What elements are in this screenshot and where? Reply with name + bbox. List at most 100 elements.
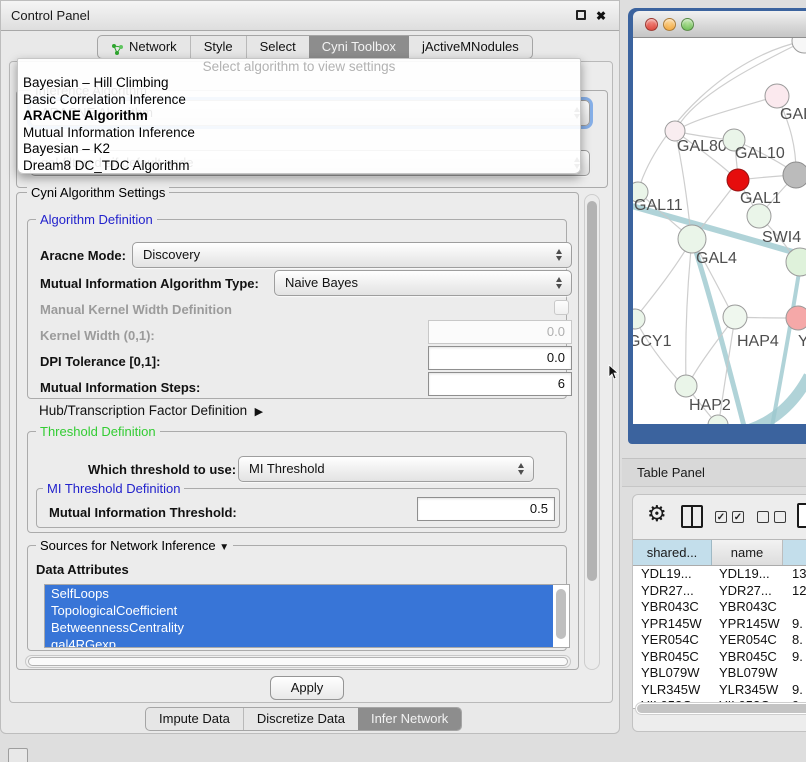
table-row[interactable]: YPR145WYPR145W9. bbox=[633, 616, 806, 633]
table-cell: YBL079W bbox=[633, 665, 712, 682]
table-row[interactable]: YBL079WYBL079W bbox=[633, 665, 806, 682]
mi-threshold-value: 0.5 bbox=[530, 501, 548, 516]
network-node[interactable] bbox=[675, 375, 697, 397]
table-cell bbox=[783, 665, 806, 682]
hub-tf-definition-toggle[interactable]: Hub/Transcription Factor Definition ▶ bbox=[39, 403, 263, 418]
network-edge[interactable] bbox=[681, 96, 777, 128]
attribute-item[interactable]: TopologicalCoefficient bbox=[45, 602, 553, 619]
dropdown-item[interactable]: ARACNE Algorithm bbox=[18, 108, 580, 125]
float-window-icon[interactable] bbox=[576, 10, 586, 20]
zoom-traffic-light-icon[interactable] bbox=[681, 18, 694, 31]
settings-vertical-scrollbar[interactable] bbox=[584, 194, 600, 670]
mi-type-value: Naive Bayes bbox=[285, 275, 358, 290]
table-cell: YDL19... bbox=[633, 566, 712, 583]
dpi-tolerance-field[interactable]: 0.0 bbox=[428, 346, 572, 370]
network-canvas[interactable]: GAL2GAL80GAL10GAL1GAL11SWI4GAL4GCY1HAP4Y… bbox=[633, 38, 806, 424]
expanded-down-icon: ▼ bbox=[219, 542, 229, 553]
dropdown-item[interactable]: Mutual Information Inference bbox=[18, 125, 580, 142]
table-cell: YBR045C bbox=[712, 649, 783, 666]
deselect-all-checkbox-icon[interactable] bbox=[757, 511, 769, 523]
network-edge[interactable] bbox=[635, 319, 681, 383]
attribute-item[interactable]: BetweennessCentrality bbox=[45, 619, 553, 636]
column-header-shared[interactable]: shared... bbox=[633, 540, 712, 565]
dropdown-item[interactable]: Bayesian – Hill Climbing bbox=[18, 75, 580, 92]
node-label: GAL10 bbox=[735, 145, 785, 162]
tab-label: Network bbox=[129, 36, 177, 58]
table-cell: YDR27... bbox=[633, 583, 712, 600]
kernel-width-field[interactable]: 0.0 bbox=[428, 320, 572, 344]
network-node[interactable] bbox=[786, 306, 806, 330]
tab-infer-network[interactable]: Infer Network bbox=[358, 708, 461, 730]
node-label: SWI4 bbox=[762, 229, 801, 246]
document-icon[interactable] bbox=[797, 503, 806, 528]
table-row[interactable]: YER054CYER054C8. bbox=[633, 632, 806, 649]
tab-style[interactable]: Style bbox=[190, 36, 246, 58]
apply-button[interactable]: Apply bbox=[270, 676, 344, 700]
screen: Control Panel ✖ Network Style bbox=[0, 0, 806, 762]
table-cell bbox=[783, 599, 806, 616]
mouse-cursor bbox=[608, 364, 620, 380]
group-title: Threshold Definition bbox=[36, 424, 160, 439]
deselect-all-checkbox-icon[interactable] bbox=[774, 511, 786, 523]
column-header-partial[interactable] bbox=[783, 540, 806, 565]
network-node[interactable] bbox=[792, 38, 806, 53]
tab-select[interactable]: Select bbox=[246, 36, 309, 58]
mi-type-label: Mutual Information Algorithm Type: bbox=[40, 276, 259, 291]
table-row[interactable]: YBR043CYBR043C bbox=[633, 599, 806, 616]
mi-threshold-field[interactable]: 0.5 bbox=[417, 497, 555, 521]
mi-steps-field[interactable]: 6 bbox=[428, 372, 572, 396]
dropdown-item[interactable]: Dream8 DC_TDC Algorithm bbox=[18, 158, 580, 175]
table-cell: YPR145W bbox=[633, 616, 712, 633]
network-node[interactable] bbox=[633, 309, 645, 329]
collapsed-right-icon: ▶ bbox=[255, 406, 263, 418]
tab-label: Cyni Toolbox bbox=[322, 36, 396, 58]
manual-kernel-width-checkbox[interactable] bbox=[554, 300, 569, 315]
dropdown-item[interactable]: Basic Correlation Inference bbox=[18, 92, 580, 109]
columns-icon[interactable] bbox=[681, 505, 703, 528]
minimized-panel-icon[interactable] bbox=[8, 748, 28, 762]
tab-jactivemnodules[interactable]: jActiveMNodules bbox=[409, 36, 532, 58]
table-row[interactable]: YDL19...YDL19...13 bbox=[633, 566, 806, 583]
node-label: GAL2 bbox=[780, 106, 806, 123]
mi-algorithm-type-select[interactable]: Naive Bayes bbox=[274, 270, 572, 296]
gear-icon[interactable]: ⚙ bbox=[647, 501, 667, 527]
network-node[interactable] bbox=[783, 162, 806, 188]
close-traffic-light-icon[interactable] bbox=[645, 18, 658, 31]
node-label: HAP4 bbox=[737, 333, 779, 350]
network-node[interactable] bbox=[727, 169, 749, 191]
tab-label: Infer Network bbox=[371, 708, 448, 730]
table-cell: 9. bbox=[783, 649, 806, 666]
tab-cyni-toolbox[interactable]: Cyni Toolbox bbox=[309, 36, 409, 58]
sources-toggle[interactable]: Sources for Network Inference ▼ bbox=[36, 538, 233, 553]
tab-impute-data[interactable]: Impute Data bbox=[146, 708, 243, 730]
column-header-name[interactable]: name bbox=[712, 540, 783, 565]
table-row[interactable]: YDR27...YDR27...12 bbox=[633, 583, 806, 600]
node-label: GAL4 bbox=[696, 250, 737, 267]
network-node[interactable] bbox=[765, 84, 789, 108]
control-panel-tabbar: Network Style Select Cyni Toolbox jActiv… bbox=[97, 35, 533, 59]
select-all-checkbox-icon[interactable]: ✓ bbox=[715, 511, 727, 523]
network-edge[interactable] bbox=[686, 239, 692, 383]
which-threshold-label: Which threshold to use: bbox=[88, 462, 236, 477]
tab-network[interactable]: Network bbox=[98, 36, 190, 58]
which-threshold-select[interactable]: MI Threshold bbox=[238, 456, 534, 482]
attribute-item[interactable]: SelfLoops bbox=[45, 585, 553, 602]
settings-horizontal-scrollbar[interactable] bbox=[25, 655, 571, 668]
network-node[interactable] bbox=[747, 204, 771, 228]
data-attributes-list[interactable]: SelfLoopsTopologicalCoefficientBetweenne… bbox=[44, 584, 570, 648]
network-node[interactable] bbox=[723, 305, 747, 329]
list-scrollbar[interactable] bbox=[554, 586, 568, 646]
attribute-item[interactable]: gal4RGexp bbox=[45, 636, 553, 648]
dropdown-item[interactable]: Bayesian – K2 bbox=[18, 141, 580, 158]
mi-threshold-definition-group: MI Threshold Definition Mutual Informati… bbox=[36, 488, 560, 528]
network-node[interactable] bbox=[678, 225, 706, 253]
minimize-traffic-light-icon[interactable] bbox=[663, 18, 676, 31]
tab-label: Select bbox=[260, 36, 296, 58]
table-horizontal-scrollbar[interactable] bbox=[635, 702, 806, 715]
aracne-mode-select[interactable]: Discovery bbox=[132, 242, 572, 268]
tab-discretize-data[interactable]: Discretize Data bbox=[243, 708, 358, 730]
select-all-checkbox-icon[interactable]: ✓ bbox=[732, 511, 744, 523]
close-icon[interactable]: ✖ bbox=[595, 10, 607, 22]
table-row[interactable]: YLR345WYLR345W9. bbox=[633, 682, 806, 699]
table-row[interactable]: YBR045CYBR045C9. bbox=[633, 649, 806, 666]
